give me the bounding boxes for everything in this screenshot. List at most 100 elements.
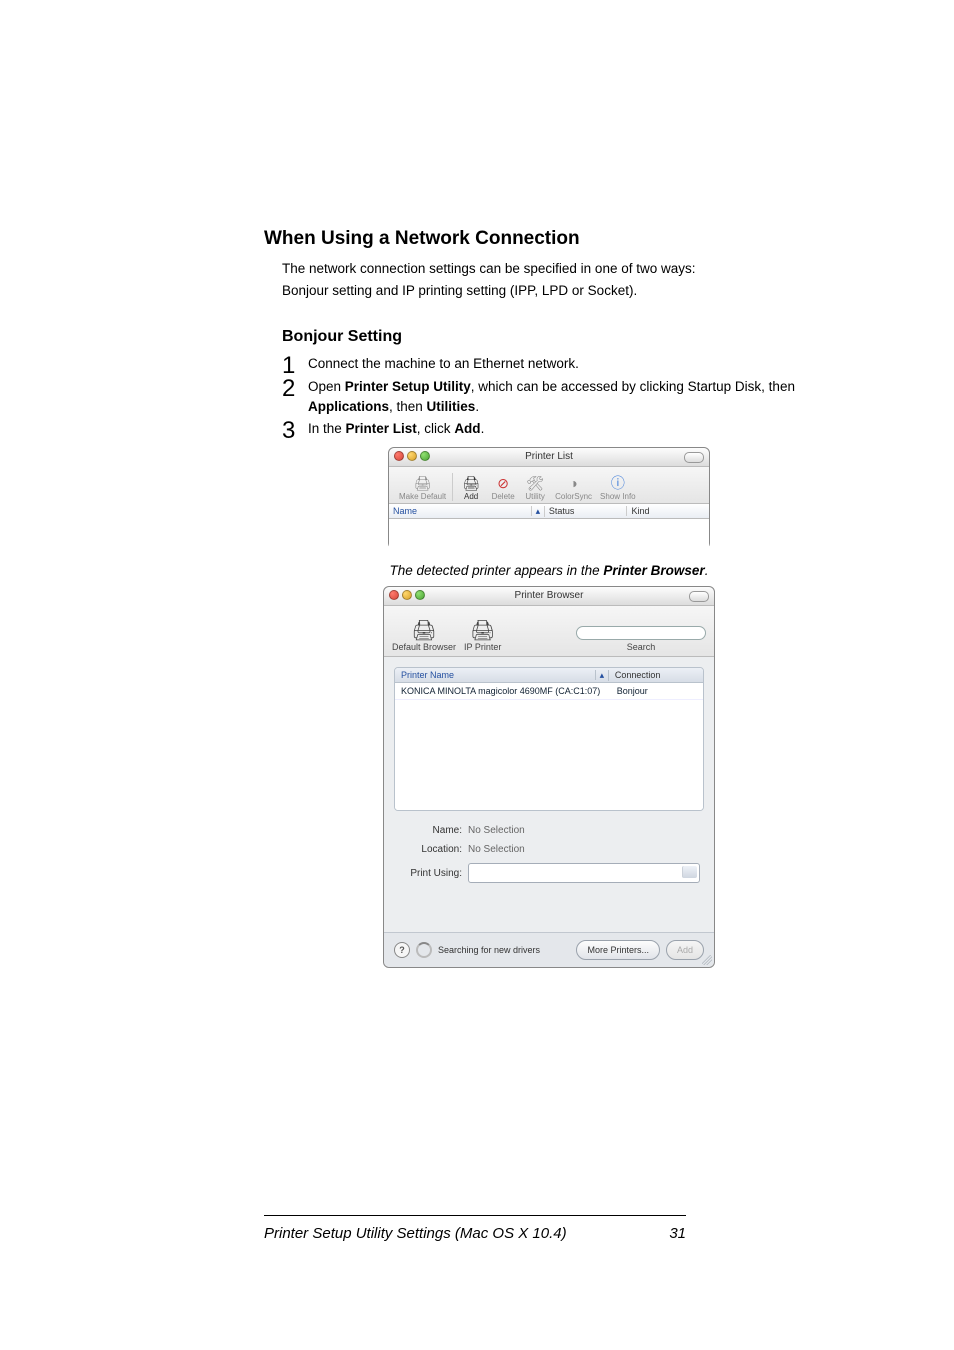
bottom-bar: ? Searching for new drivers More Printer… (384, 932, 714, 967)
status-text: Searching for new drivers (438, 945, 540, 955)
step-2-mid2: , then (389, 399, 427, 414)
step-3: In the Printer List, click Add. (282, 419, 834, 439)
printer-list-header: Printer Name ▴ Connection (395, 668, 703, 683)
ip-printer-icon: 🖨︎ (468, 619, 498, 643)
caption-post: . (705, 563, 709, 578)
printer-list-box: Printer Name ▴ Connection KONICA MINOLTA… (394, 667, 704, 811)
spinner-icon (416, 942, 432, 958)
printer-row: KONICA MINOLTA magicolor 4690MF (CA:C1:0… (395, 683, 703, 700)
window-titlebar: Printer Browser (384, 587, 714, 606)
toolbar-delete-label: Delete (492, 493, 515, 501)
step-3-mid: , click (417, 421, 455, 436)
section-heading: When Using a Network Connection (264, 228, 834, 250)
printer-row-conn: Bonjour (617, 686, 703, 696)
window-title: Printer Browser (515, 590, 584, 601)
select-arrows-icon: ▲▼ (687, 867, 694, 877)
intro-line-2: Bonjour setting and IP printing setting … (282, 282, 834, 300)
list-header: Name ▴ Status Kind (389, 504, 709, 519)
print-using-select: ▲▼ (468, 863, 700, 883)
toolbar-pill-icon (689, 591, 709, 602)
col-connection: Connection (609, 670, 703, 680)
window-titlebar: Printer List (389, 448, 709, 467)
toolbar-make-default-label: Make Default (399, 493, 446, 501)
form-printusing-label: Print Using: (398, 868, 468, 879)
colorsync-icon: ◑ (562, 473, 586, 493)
toolbar-showinfo-label: Show Info (600, 493, 636, 501)
toolbar-make-default: 🖨︎ Make Default (395, 473, 450, 501)
step-1-text: Connect the machine to an Ethernet netwo… (308, 356, 579, 371)
toolbar-utility-label: Utility (525, 493, 545, 501)
zoom-icon (420, 451, 430, 461)
form-location-label: Location: (398, 844, 468, 855)
close-icon (389, 590, 399, 600)
step-1: Connect the machine to an Ethernet netwo… (282, 354, 834, 374)
toolbar-showinfo: ⓘ Show Info (596, 473, 640, 501)
step-3-bold-1: Printer List (346, 421, 417, 436)
col-kind: Kind (627, 506, 709, 516)
form-name-value: No Selection (468, 825, 525, 836)
default-browser-tab: 🖨︎ Default Browser (392, 619, 456, 653)
ip-printer-tab: 🖨︎ IP Printer (464, 619, 501, 653)
page-number: 31 (669, 1225, 686, 1242)
sort-icon: ▴ (532, 506, 545, 517)
footer-title: Printer Setup Utility Settings (Mac OS X… (264, 1225, 567, 1242)
ip-printer-label: IP Printer (464, 643, 501, 653)
intro-line-1: The network connection settings can be s… (282, 260, 834, 278)
step-2: Open Printer Setup Utility, which can be… (282, 377, 834, 418)
default-browser-label: Default Browser (392, 643, 456, 653)
toolbar-separator (452, 473, 453, 501)
screenshot-printer-list: Printer List 🖨︎ Make Default 🖨︎ Add ⊘ De… (388, 447, 710, 549)
help-icon: ? (394, 942, 410, 958)
minimize-icon (402, 590, 412, 600)
window-traffic-lights (394, 451, 430, 461)
printer-add-icon: 🖨︎ (459, 473, 483, 493)
resize-corner-icon (702, 955, 712, 965)
step-3-pre: In the (308, 421, 346, 436)
toolbar-add: 🖨︎ Add (455, 473, 487, 501)
step-2-bold-1: Printer Setup Utility (345, 379, 471, 394)
search-wrap: 🔍 Search (576, 626, 706, 652)
subsection-heading: Bonjour Setting (282, 328, 834, 346)
info-icon: ⓘ (606, 473, 630, 493)
printer-row-name: KONICA MINOLTA magicolor 4690MF (CA:C1:0… (401, 686, 617, 696)
step-2-bold-2: Applications (308, 399, 389, 414)
window-traffic-lights (389, 590, 425, 600)
form-location-row: Location: No Selection (398, 844, 700, 855)
toolbar: 🖨︎ Make Default 🖨︎ Add ⊘ Delete 🛠︎ Utili… (389, 467, 709, 504)
list-body-empty (389, 519, 709, 553)
close-icon (394, 451, 404, 461)
sort-icon: ▴ (596, 670, 609, 681)
form-area: Name: No Selection Location: No Selectio… (398, 825, 700, 883)
page: When Using a Network Connection The netw… (0, 0, 954, 1350)
default-browser-icon: 🖨︎ (409, 619, 439, 643)
search-input (576, 626, 706, 640)
col-printer-name: Printer Name (395, 670, 596, 680)
caption-pre: The detected printer appears in the (390, 563, 604, 578)
step-2-bold-3: Utilities (427, 399, 476, 414)
more-printers-button: More Printers... (576, 940, 660, 960)
toolbar-colorsync-label: ColorSync (555, 493, 592, 501)
toolbar-colorsync: ◑ ColorSync (551, 473, 596, 501)
step-3-bold-2: Add (454, 421, 480, 436)
step-2-end: . (475, 399, 479, 414)
add-button: Add (666, 940, 704, 960)
zoom-icon (415, 590, 425, 600)
col-status: Status (545, 506, 628, 516)
window-title: Printer List (525, 451, 573, 462)
toolbar-pill-icon (684, 452, 704, 463)
printer-default-icon: 🖨︎ (411, 473, 435, 493)
toolbar-add-label: Add (464, 493, 478, 501)
form-location-value: No Selection (468, 844, 525, 855)
step-2-pre: Open (308, 379, 345, 394)
page-footer: Printer Setup Utility Settings (Mac OS X… (264, 1225, 686, 1242)
step-3-end: . (481, 421, 485, 436)
caption: The detected printer appears in the Prin… (339, 563, 759, 578)
utility-icon: 🛠︎ (523, 473, 547, 493)
steps-list: Connect the machine to an Ethernet netwo… (282, 354, 834, 439)
step-2-mid1: , which can be accessed by clicking Star… (471, 379, 795, 394)
form-name-label: Name: (398, 825, 468, 836)
screenshot-printer-browser: Printer Browser 🖨︎ Default Browser 🖨︎ IP… (383, 586, 715, 968)
form-name-row: Name: No Selection (398, 825, 700, 836)
form-printusing-row: Print Using: ▲▼ (398, 863, 700, 883)
delete-icon: ⊘ (491, 473, 515, 493)
